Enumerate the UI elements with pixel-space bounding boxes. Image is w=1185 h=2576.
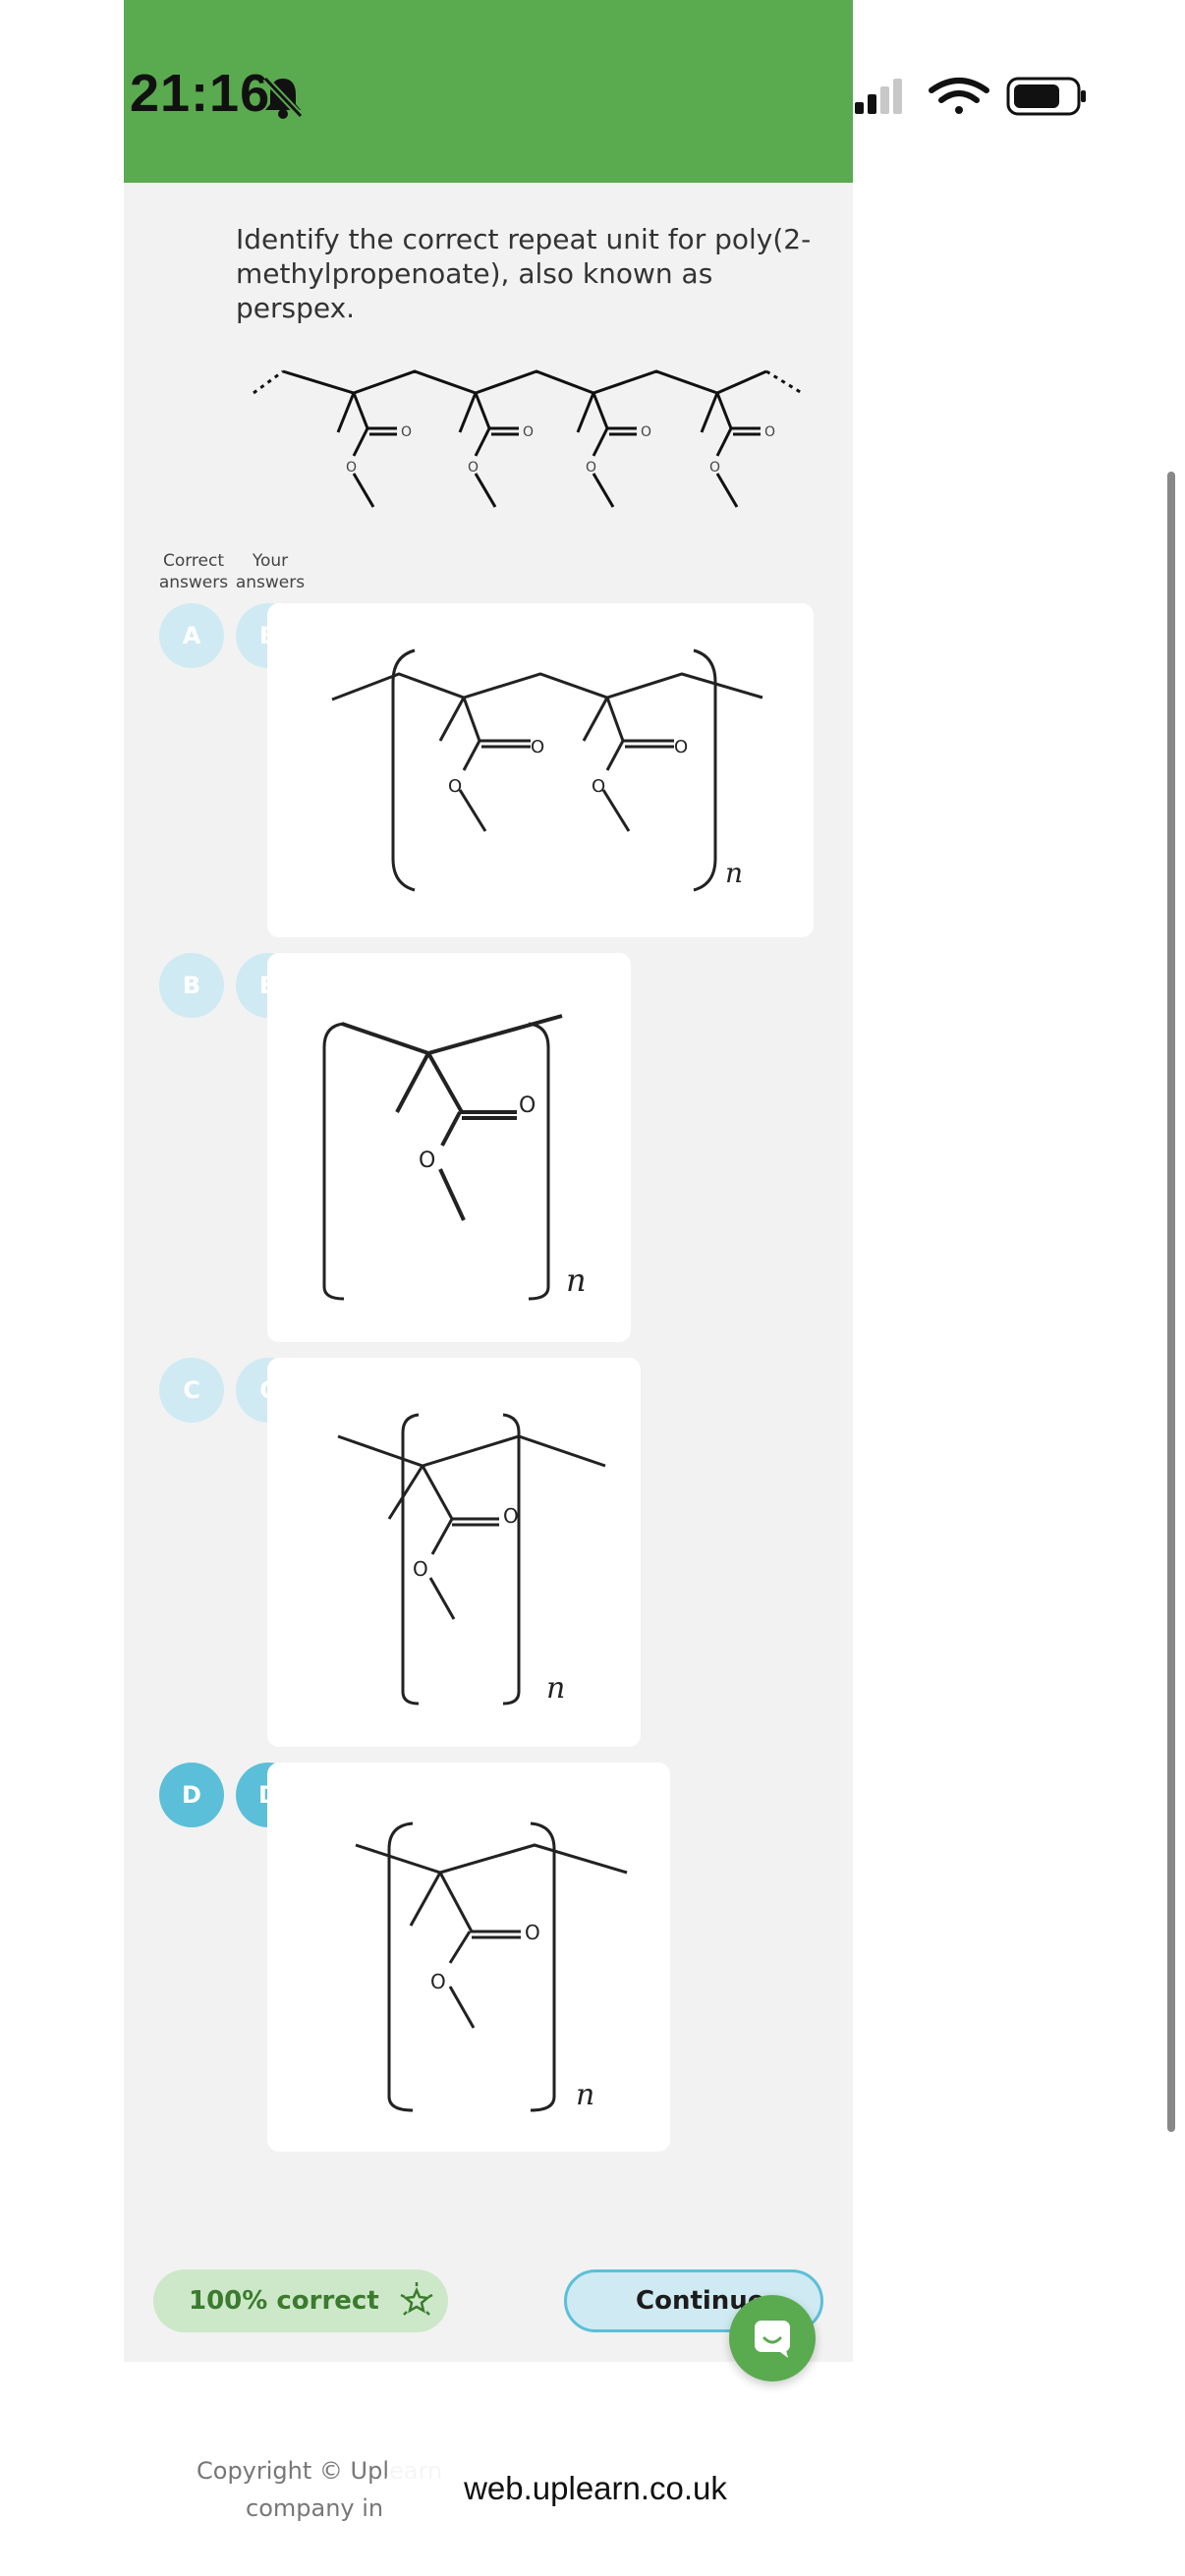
oxygen-label: O	[525, 1921, 540, 1944]
your-answers-label: Your answers	[235, 551, 306, 592]
oxygen-label: O	[401, 424, 412, 440]
oxygen-label: O	[641, 424, 651, 440]
option-card-b[interactable]: O O n	[267, 953, 631, 1342]
oxygen-label: O	[519, 1093, 536, 1118]
structure-d: O O n	[355, 1821, 628, 2112]
battery-icon	[1006, 77, 1086, 116]
chat-button[interactable]	[729, 2295, 816, 2381]
polymer-chain-diagram: O O O O O O O O	[253, 369, 803, 508]
question-text: Identify the correct repeat unit for pol…	[236, 223, 812, 324]
oxygen-label: O	[468, 460, 479, 476]
browser-url-bar[interactable]: web.uplearn.co.uk	[385, 2446, 806, 2531]
correct-answer-c: C	[159, 1358, 224, 1423]
signal-icon	[855, 79, 902, 114]
star-badge-icon	[400, 2282, 433, 2316]
clock: 21:16	[130, 64, 271, 123]
n-subscript: n	[546, 1671, 565, 1706]
correct-answer-b: B	[159, 953, 224, 1018]
oxygen-label: O	[586, 460, 596, 476]
chat-icon	[755, 2321, 790, 2358]
wifi-icon	[929, 78, 989, 114]
oxygen-label: O	[523, 424, 534, 440]
oxygen-label: O	[592, 776, 605, 797]
correct-answers-label: Correct answers	[158, 551, 229, 592]
n-subscript: n	[576, 2078, 594, 2112]
oxygen-label: O	[430, 1970, 446, 1993]
option-card-c[interactable]: O O n	[267, 1358, 641, 1747]
option-card-d[interactable]: O O n	[267, 1763, 670, 2152]
structure-b: O O n	[322, 1014, 587, 1301]
oxygen-label: O	[764, 424, 775, 440]
oxygen-label: O	[419, 1148, 435, 1173]
oxygen-label: O	[709, 460, 720, 476]
oxygen-label: O	[346, 460, 357, 476]
oxygen-label: O	[413, 1557, 428, 1581]
correct-answer-d: D	[159, 1763, 224, 1827]
bell-muted-icon	[262, 76, 304, 119]
option-card-a[interactable]: O O O O n	[267, 603, 814, 937]
structure-c: O O n	[337, 1413, 606, 1706]
ester-group	[336, 392, 397, 508]
system-status-icons	[855, 77, 1086, 116]
ester-group	[700, 392, 761, 508]
correct-answer-a: A	[159, 603, 224, 668]
n-subscript: n	[725, 857, 743, 889]
oxygen-label: O	[531, 737, 544, 757]
oxygen-label: O	[503, 1504, 519, 1528]
ester-group	[458, 392, 519, 508]
score-label: 100% correct	[189, 2286, 379, 2316]
url-text: web.uplearn.co.uk	[464, 2470, 727, 2506]
ester-group	[576, 392, 637, 508]
oxygen-label: O	[674, 737, 688, 757]
structure-a: O O O O n	[331, 648, 763, 892]
score-badge: 100% correct	[153, 2269, 448, 2332]
scrollbar[interactable]	[1167, 472, 1175, 2132]
n-subscript: n	[566, 1261, 587, 1299]
oxygen-label: O	[448, 776, 462, 797]
